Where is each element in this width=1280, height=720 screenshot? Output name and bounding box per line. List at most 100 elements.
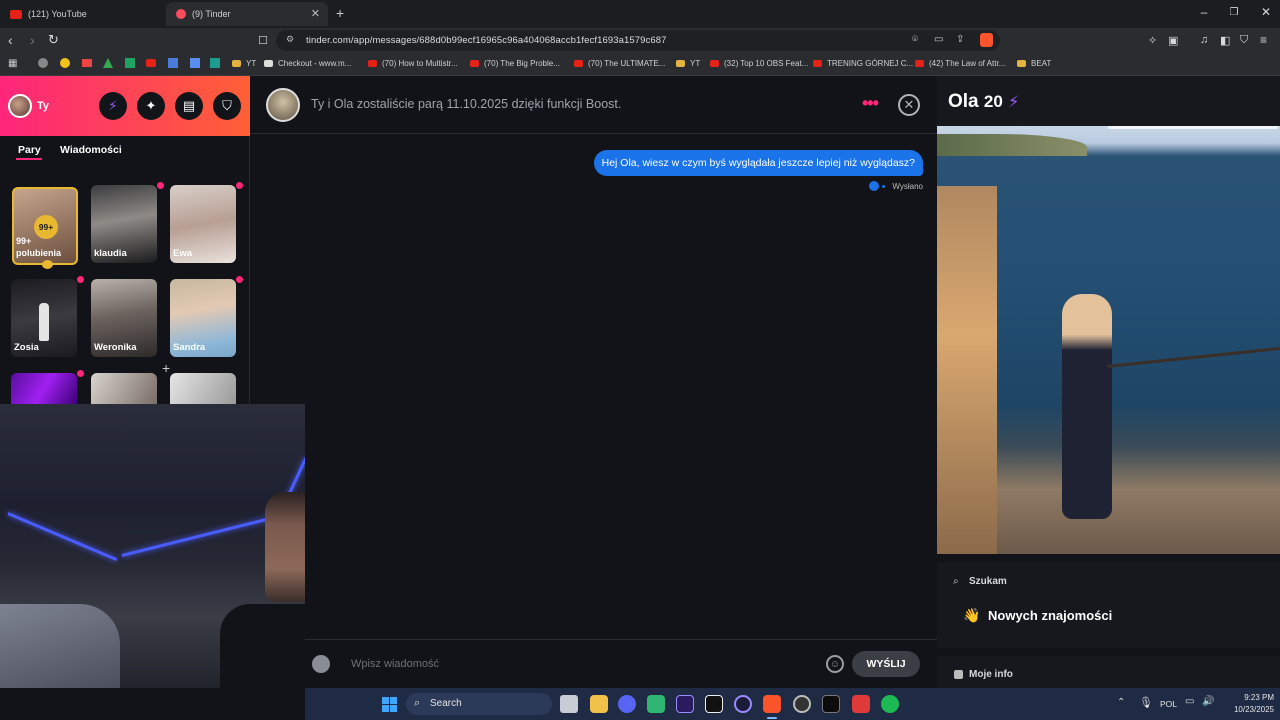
more-options-icon[interactable]: ••• xyxy=(862,93,879,114)
profile-label[interactable]: Ty xyxy=(37,100,49,112)
photo-railing xyxy=(1107,346,1280,369)
match-card[interactable]: Weronika xyxy=(91,279,157,357)
bookmark-favicon[interactable] xyxy=(190,58,200,68)
bookmark-item[interactable]: TRENING GÓRNEJ C... xyxy=(813,59,913,68)
close-chat-icon[interactable]: ✕ xyxy=(898,94,920,116)
match-card[interactable] xyxy=(11,373,77,404)
share-icon[interactable]: ⇪ xyxy=(956,34,964,45)
match-card[interactable]: Zosia xyxy=(11,279,77,357)
taskbar-search[interactable]: ⌕ Search xyxy=(406,693,552,715)
photo-person xyxy=(1062,294,1112,519)
spotify-share-icon[interactable] xyxy=(312,655,330,673)
terminal-icon[interactable] xyxy=(822,695,840,713)
tab-messages[interactable]: Wiadomości xyxy=(60,144,122,156)
explore-icon[interactable]: ✦ xyxy=(137,92,165,120)
bookmark-item[interactable]: (70) How to Multistr... xyxy=(368,59,458,68)
app-icon[interactable] xyxy=(734,695,752,713)
brave-icon[interactable] xyxy=(763,695,781,713)
apps-grid-icon[interactable]: ▦ xyxy=(8,58,17,69)
extensions-icon[interactable]: ✧ xyxy=(1148,34,1157,47)
bookmark-folder[interactable]: BEAT xyxy=(1017,59,1051,68)
capcut-icon[interactable] xyxy=(705,695,723,713)
youtube-icon[interactable] xyxy=(146,59,156,67)
briefcase-icon[interactable]: ▤ xyxy=(175,92,203,120)
bookmark-folder[interactable]: YT xyxy=(676,59,700,68)
file-explorer-icon[interactable] xyxy=(590,695,608,713)
bookmark-item[interactable]: (70) The ULTIMATE... xyxy=(574,59,665,68)
cast-icon[interactable]: ▭ xyxy=(934,34,943,45)
obs-icon[interactable] xyxy=(793,695,811,713)
start-windows-icon[interactable] xyxy=(382,697,397,712)
restore-icon[interactable]: ❐ xyxy=(1218,7,1250,18)
emoji-icon[interactable]: ☺ xyxy=(826,655,844,673)
sent-message[interactable]: Hej Ola, wiesz w czym byś wyglądała jesz… xyxy=(593,150,923,176)
gmail-icon[interactable] xyxy=(82,59,92,67)
match-card[interactable] xyxy=(170,373,236,404)
bookmark-item[interactable]: Checkout - www.m... xyxy=(264,59,351,68)
match-photo xyxy=(39,303,49,341)
likes-card[interactable]: 99+ 99+ polubienia xyxy=(12,187,78,265)
boost-icon: ⚡ xyxy=(1008,94,1020,111)
bookmark-favicon[interactable] xyxy=(60,58,70,68)
sidebar-icon[interactable]: ◧ xyxy=(1220,34,1230,47)
webcam-bed xyxy=(0,604,120,688)
spotify-icon[interactable] xyxy=(881,695,899,713)
network-icon[interactable]: ▭ xyxy=(1185,696,1194,707)
safety-shield-icon[interactable]: ⛉ xyxy=(213,92,241,120)
close-tab-icon[interactable]: ✕ xyxy=(311,7,320,20)
apple-icon[interactable] xyxy=(38,58,48,68)
media-icon[interactable]: ♫ xyxy=(1200,34,1208,46)
my-info-label: Moje info xyxy=(969,669,1013,680)
brave-shield-icon[interactable] xyxy=(980,33,993,47)
language-indicator[interactable]: POL xyxy=(1160,699,1177,709)
boost-icon[interactable]: ⚡ xyxy=(99,92,127,120)
screenshot-icon[interactable]: ▣ xyxy=(1168,34,1178,47)
match-card[interactable] xyxy=(91,373,157,404)
new-tab-icon[interactable]: + xyxy=(336,5,344,21)
tab-youtube[interactable]: (121) YouTube xyxy=(0,2,165,26)
url-field[interactable]: ⚙ tinder.com/app/messages/688d0b99ecf169… xyxy=(276,30,1000,51)
match-avatar[interactable] xyxy=(266,88,300,122)
bookmark-yt-folder[interactable]: YT xyxy=(232,59,256,68)
tab-matches[interactable]: Pary xyxy=(18,144,41,156)
premiere-icon[interactable] xyxy=(676,695,694,713)
avatar[interactable] xyxy=(8,94,32,118)
bookmark-item[interactable]: (32) Top 10 OBS Feat... xyxy=(710,59,808,68)
search-icon: ⌕ xyxy=(953,576,959,587)
send-button[interactable]: WYŚLIJ xyxy=(852,651,920,677)
sheets-icon[interactable] xyxy=(125,58,135,68)
match-card[interactable]: klaudia xyxy=(91,185,157,263)
vpn-shield-icon[interactable]: ⛉ xyxy=(1240,34,1248,47)
bookmark-item[interactable]: (42) The Law of Attr... xyxy=(915,59,1005,68)
bookmark-item[interactable]: (70) The Big Proble... xyxy=(470,59,560,68)
match-card[interactable]: Sandra xyxy=(170,279,236,357)
drive-icon[interactable] xyxy=(103,58,113,68)
close-window-icon[interactable]: ✕ xyxy=(1250,5,1280,19)
clock-date[interactable]: 10/23/2025 xyxy=(1220,705,1274,714)
microphone-icon[interactable]: 🎙 xyxy=(1139,696,1153,709)
chevron-up-icon[interactable]: ⌃ xyxy=(1117,697,1125,708)
app-icon[interactable] xyxy=(852,695,870,713)
bookmark-favicon[interactable] xyxy=(210,58,220,68)
clock-time[interactable]: 9:23 PM xyxy=(1226,693,1274,702)
bookmark-favicon[interactable] xyxy=(168,58,178,68)
task-view-icon[interactable] xyxy=(560,695,578,713)
volume-icon[interactable]: 🔊 xyxy=(1202,696,1214,707)
site-info-icon[interactable]: ⚙ xyxy=(286,34,294,45)
message-input[interactable]: Wpisz wiadomość xyxy=(351,658,439,670)
forward-icon[interactable]: › xyxy=(30,32,35,48)
discord-icon[interactable] xyxy=(618,695,636,713)
reload-icon[interactable]: ↻ xyxy=(48,32,59,48)
sidebar-header: Ty ⚡ ✦ ▤ ⛉ xyxy=(0,76,250,136)
tab-tinder[interactable]: (9) Tinder ✕ xyxy=(166,2,328,26)
menu-icon[interactable]: ≡ xyxy=(1260,33,1267,47)
webcam-overlay xyxy=(0,404,305,688)
bookmark-icon[interactable]: ☐ xyxy=(258,34,268,47)
back-icon[interactable]: ‹ xyxy=(8,32,13,48)
chatgpt-icon[interactable] xyxy=(647,695,665,713)
minimize-icon[interactable]: – xyxy=(1188,5,1220,19)
match-card[interactable]: Ewa xyxy=(170,185,236,263)
location-icon[interactable]: ⌾ xyxy=(912,34,918,45)
profile-photo[interactable] xyxy=(937,126,1280,554)
match-name: Zosia xyxy=(14,342,39,353)
